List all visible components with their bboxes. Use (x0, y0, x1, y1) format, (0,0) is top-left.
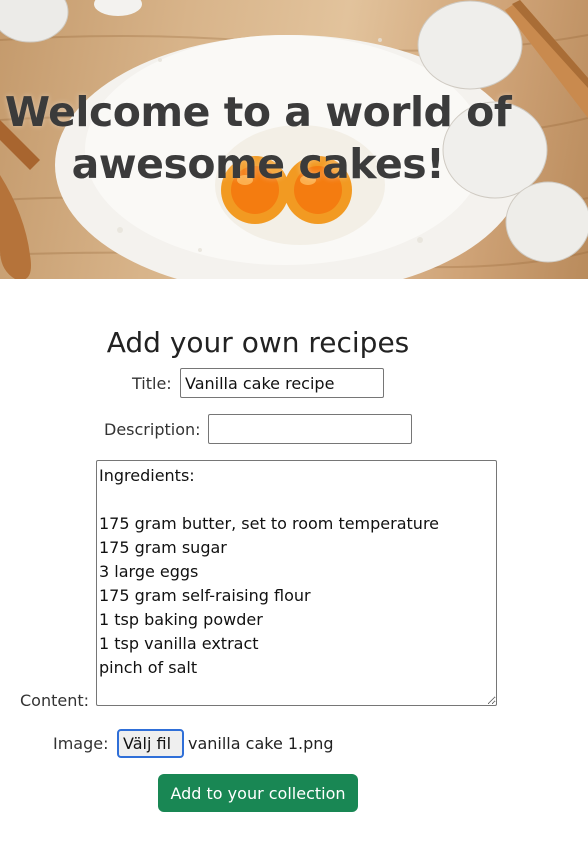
description-label: Description: (104, 420, 201, 439)
add-to-collection-button[interactable]: Add to your collection (158, 774, 358, 812)
image-label: Image: (53, 734, 109, 753)
hero-title-line-1: Welcome to a world of (4, 88, 512, 136)
choose-file-button[interactable]: Välj fil (117, 729, 184, 758)
title-label: Title: (132, 374, 172, 393)
hero-title: Welcome to a world of awesome cakes! (0, 86, 516, 190)
content-textarea[interactable]: Ingredients: 175 gram butter, set to roo… (96, 460, 497, 706)
content-label: Content: (20, 691, 90, 710)
form-heading: Add your own recipes (106, 326, 410, 359)
selected-file-name: vanilla cake 1.png (188, 734, 334, 753)
hero-banner: Welcome to a world of awesome cakes! (0, 0, 588, 279)
description-input[interactable] (208, 414, 412, 444)
title-input[interactable] (180, 368, 384, 398)
hero-title-line-2: awesome cakes! (71, 140, 445, 188)
